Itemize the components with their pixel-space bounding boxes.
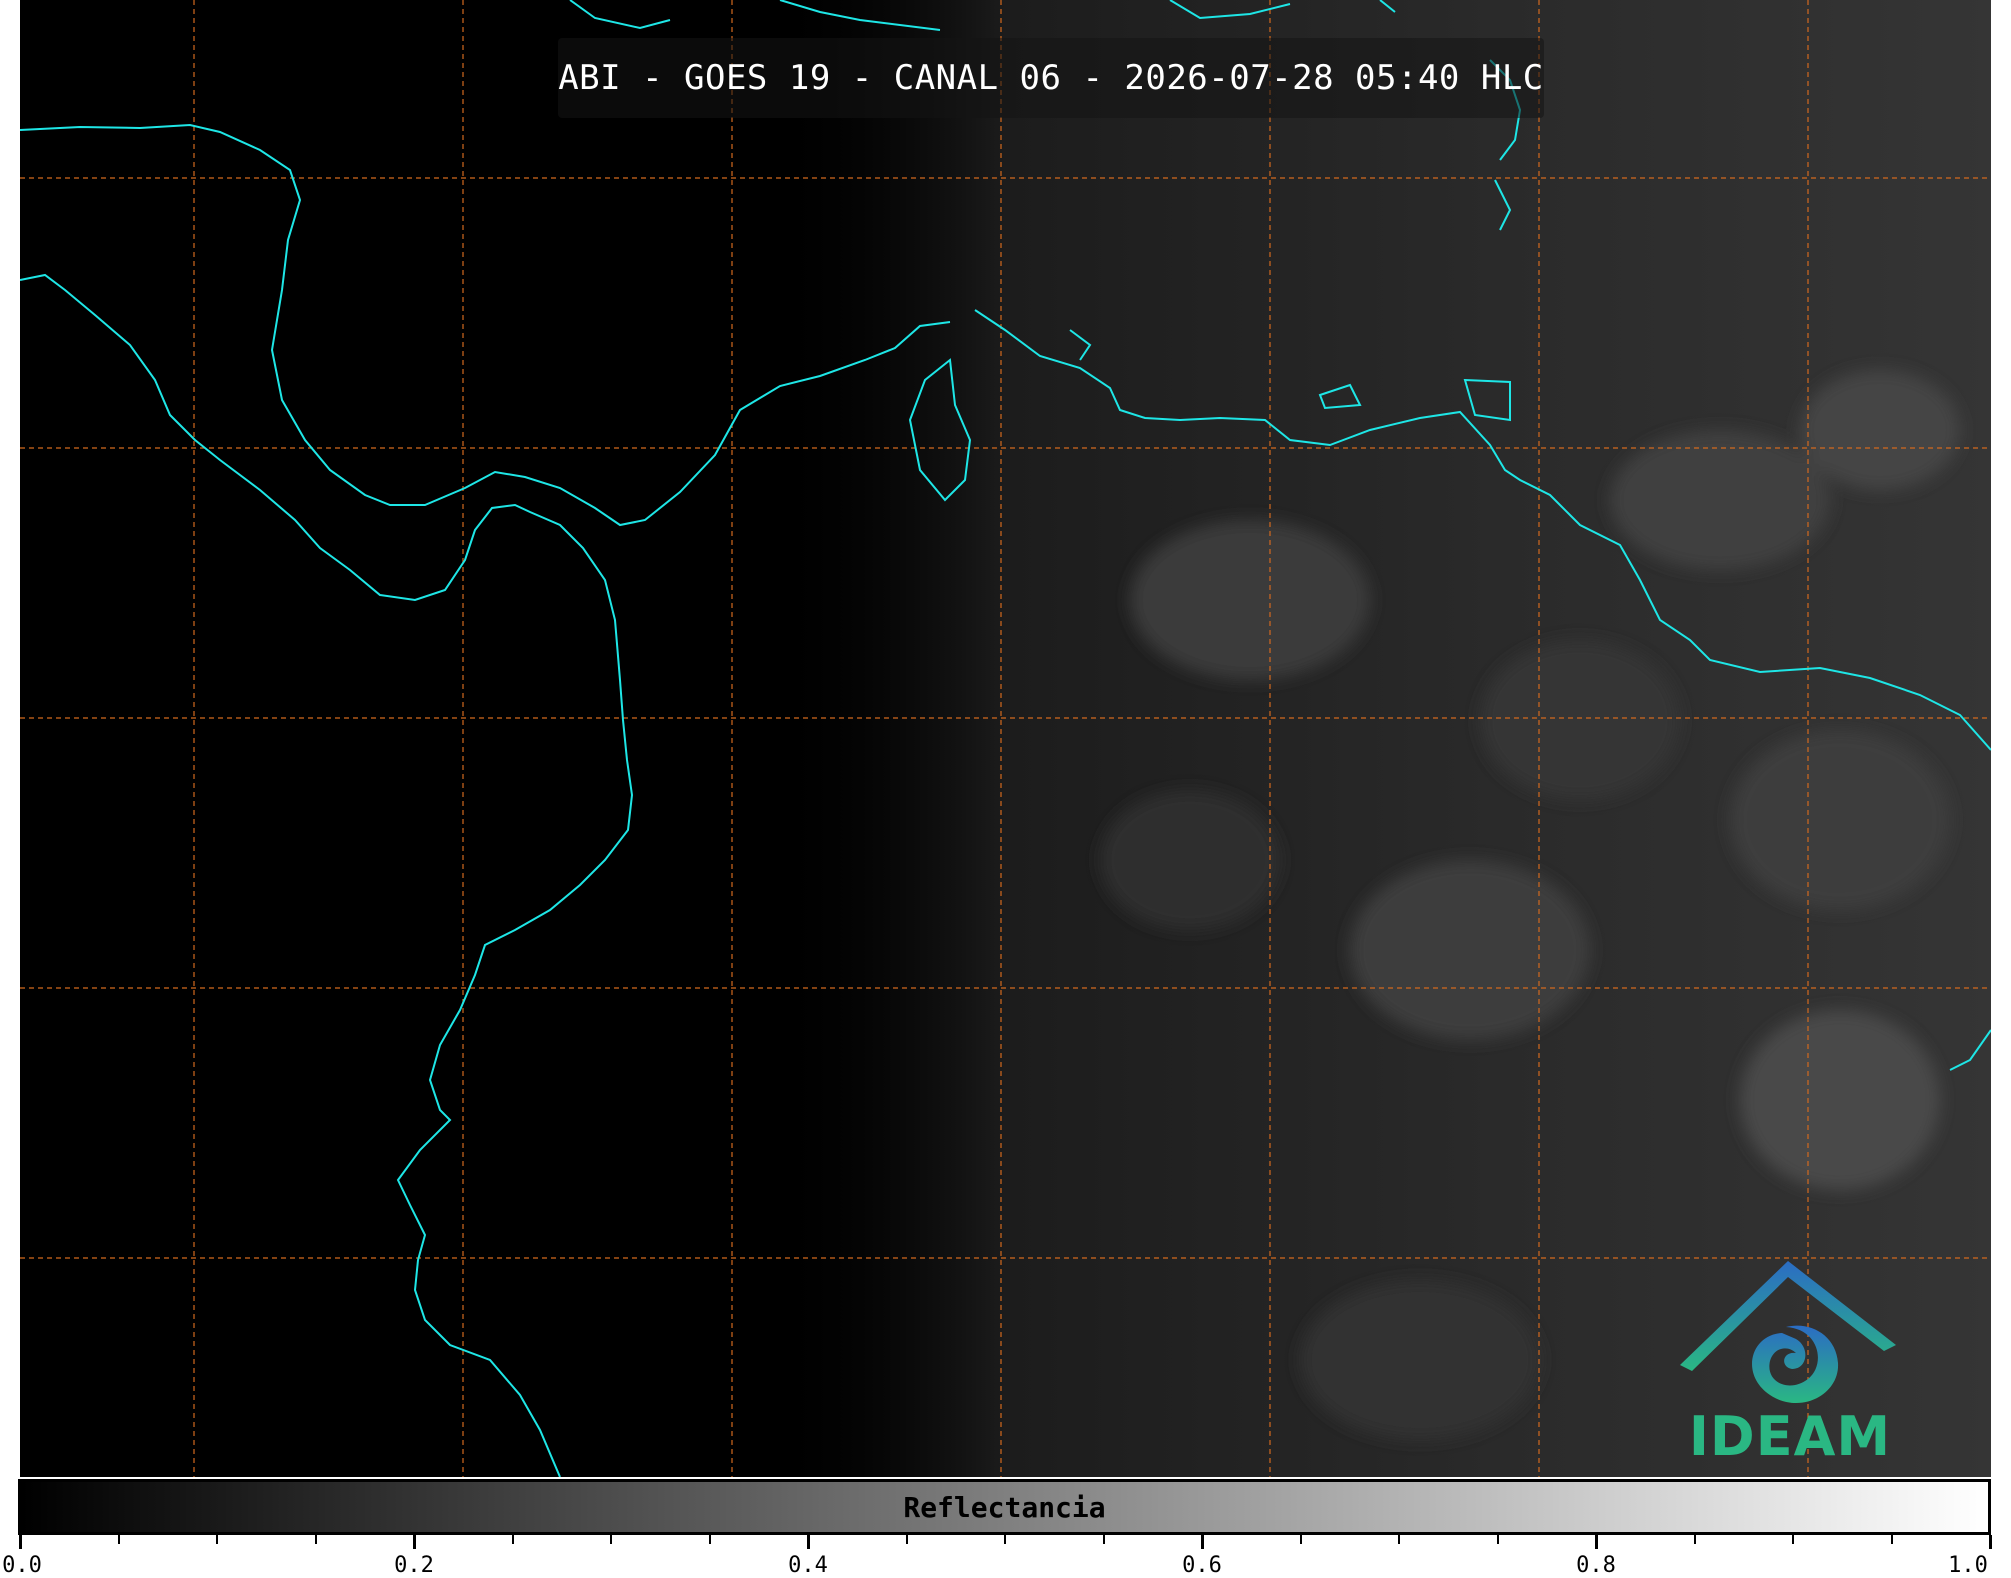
colorbar-minor-tick [117, 1535, 120, 1544]
colorbar-label: Reflectancia [903, 1490, 1106, 1524]
map-title: ABI - GOES 19 - CANAL 06 - 2026-07-28 05… [558, 58, 1544, 98]
colorbar-tick-label: 0.0 [2, 1553, 42, 1578]
colorbar-tick-label: 0.2 [394, 1553, 434, 1578]
ideam-logo: IDEAM [1670, 1255, 1910, 1475]
colorbar-tick-label: 0.6 [1182, 1553, 1222, 1578]
colorbar-minor-tick [1890, 1535, 1893, 1544]
colorbar-major-tick [1200, 1535, 1204, 1549]
colorbar-tick-label: 0.4 [788, 1553, 828, 1578]
colorbar-tick-label: 1.0 [1948, 1553, 1988, 1578]
colorbar-major-tick [806, 1535, 810, 1549]
colorbar-minor-tick [511, 1535, 514, 1544]
logo-text: IDEAM [1688, 1405, 1892, 1468]
colorbar-minor-tick [1299, 1535, 1302, 1544]
colorbar-minor-tick [905, 1535, 908, 1544]
colorbar-minor-tick [1398, 1535, 1400, 1544]
colorbar-major-tick [1988, 1535, 1992, 1549]
colorbar-minor-tick [216, 1535, 218, 1544]
colorbar-major-tick [1594, 1535, 1598, 1549]
ideam-logo-icon [1680, 1261, 1896, 1404]
colorbar-minor-tick [610, 1535, 612, 1544]
colorbar-minor-tick [708, 1535, 711, 1544]
colorbar-minor-tick [1496, 1535, 1499, 1544]
colorbar-minor-tick [1792, 1535, 1794, 1544]
satellite-map: ABI - GOES 19 - CANAL 06 - 2026-07-28 05… [20, 0, 1991, 1477]
title-box: ABI - GOES 19 - CANAL 06 - 2026-07-28 05… [558, 38, 1544, 118]
colorbar-minor-tick [1693, 1535, 1696, 1544]
colorbar-minor-tick [1004, 1535, 1006, 1544]
colorbar-minor-tick [1102, 1535, 1105, 1544]
colorbar-major-tick [18, 1535, 22, 1549]
colorbar: Reflectancia [18, 1479, 1991, 1535]
colorbar-major-tick [412, 1535, 416, 1549]
colorbar-tick-label: 0.8 [1576, 1553, 1616, 1578]
colorbar-minor-tick [314, 1535, 317, 1544]
colorbar-ticks: 0.0 0.2 0.4 0.6 0.8 1.0 [0, 1535, 2011, 1578]
